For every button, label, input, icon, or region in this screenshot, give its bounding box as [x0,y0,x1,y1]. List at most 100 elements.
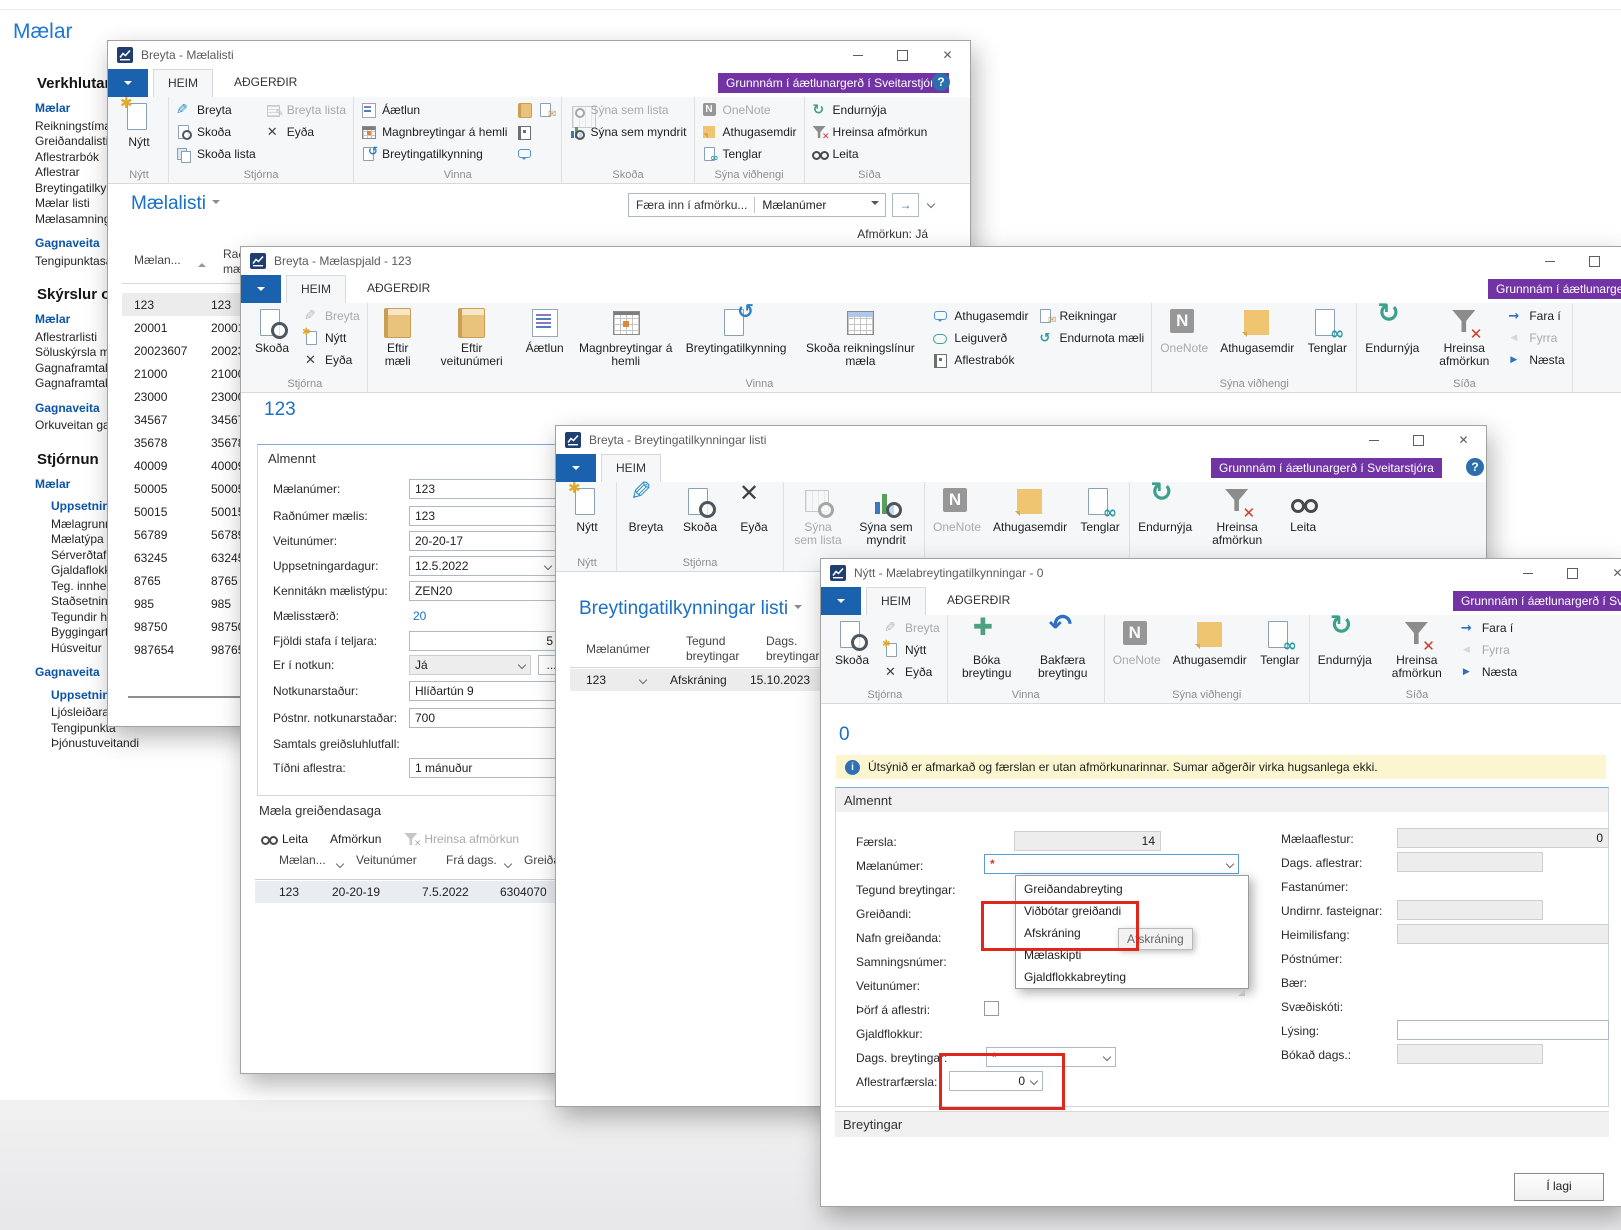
ribbon-skoda-lista-button[interactable]: Skoða lista [174,144,258,164]
ribbon-aflestrabok-button[interactable]: Aflestrabók [931,350,1030,370]
ribbon-athugasemdir-button[interactable]: Athugasemdir [990,484,1070,536]
titlebar[interactable]: Breyta - Mælaspjald - 123 ✕ [241,247,1621,275]
ribbon-endurnyja-button[interactable]: Endurnýja [1135,484,1195,536]
ribbon-endurnyja-button[interactable]: Endurnýja [1362,305,1422,357]
dropdown-item[interactable]: Greiðandabreyting [1016,878,1248,900]
titlebar[interactable]: Breyta - Mælalisti ✕ [108,41,970,69]
ribbon-leiguverd-button[interactable]: Leiguverð [931,328,1030,348]
chevron-down-icon[interactable] [518,661,526,669]
column-header[interactable]: Frá dags. [446,853,497,867]
ribbon-skoda-button[interactable]: Skoða [828,617,876,669]
ribbon-reikningar-button[interactable]: Reikningar [1036,306,1146,326]
close-button[interactable]: ✕ [1441,426,1486,454]
maximize-button[interactable] [1396,426,1441,454]
maelanumer-combo[interactable]: * [984,854,1239,874]
chevron-down-icon[interactable] [544,562,552,570]
tab-adgerdir[interactable]: AÐGERÐIR [933,587,1024,614]
ribbon-athugasemdir-button[interactable]: Athugasemdir [1170,617,1250,669]
close-button[interactable]: ✕ [1617,247,1621,275]
postnr-field[interactable]: 700 [409,708,557,728]
column-header[interactable]: Dags. [766,634,797,648]
apply-filter-button[interactable]: → [892,193,919,217]
tab-adgerdir[interactable]: AÐGERÐIR [220,69,311,96]
minimize-button[interactable] [1351,426,1396,454]
ribbon-fara-i-button[interactable]: Fara í [1459,618,1519,638]
fasttab-title[interactable]: Almennt [844,793,892,808]
minimize-button[interactable] [1505,559,1550,587]
column-header[interactable]: breytingar [766,649,819,663]
list-page-title[interactable]: Breytingatilkynningar listi [579,598,802,620]
column-header[interactable]: Mælan... [134,253,181,267]
minimize-button[interactable] [1527,247,1572,275]
ribbon-endurnyja-button[interactable]: Endurnýja [810,100,930,120]
ribbon-hreinsa-afmorkun-button[interactable]: Hreinsa afmörkun [1428,305,1500,370]
ribbon-tenglar-button[interactable]: Tenglar [700,144,799,164]
comment-icon[interactable] [517,146,533,162]
maelanumer-field[interactable]: 123 [409,479,557,499]
card-icon[interactable] [517,124,533,140]
fjoldi-stafa-field[interactable]: 5 [409,631,559,651]
ribbon-breyta-button[interactable]: Breyta [174,100,258,120]
chevron-down-icon[interactable] [1103,1053,1111,1061]
ribbon-breytingatilkynning-button[interactable]: Breytingatilkynning [359,144,509,164]
ribbon-skoda-button[interactable]: Skoða [248,305,296,357]
ribbon-tenglar-button[interactable]: Tenglar [1076,484,1124,536]
ribbon-fara-i-button[interactable]: Fara í [1506,306,1566,326]
filter-box[interactable]: Færa inn í afmörku... Mælanúmer [628,193,886,217]
ribbon-endurnyja-button[interactable]: Endurnýja [1315,617,1375,669]
ribbon-syna-sem-myndrit-button[interactable]: Sýna sem myndrit [853,484,919,549]
ribbon-athugasemdir-button[interactable]: Athugasemdir [931,306,1030,326]
ribbon-eyda-button[interactable]: Eyða [882,662,942,682]
ribbon-naesta-button[interactable]: Næsta [1459,662,1519,682]
filter-chevron-icon[interactable] [336,860,344,868]
ribbon-eyda-button[interactable]: Eyða [730,484,778,536]
chevron-down-icon[interactable] [1226,860,1234,868]
chevron-down-icon[interactable] [639,676,647,684]
notkunarstadur-field[interactable]: Hlíðartún 9 [409,681,557,701]
resize-grip[interactable]: ◢ [1217,987,1247,999]
ribbon-eyda-button[interactable]: Eyða [264,122,348,142]
ribbon-leita-button[interactable]: Leita [1279,484,1327,536]
close-button[interactable]: ✕ [1595,559,1621,587]
ribbon-nytt-button[interactable]: Nýtt [563,484,611,536]
er-i-notkun-field[interactable]: Já [409,655,531,675]
app-menu-button[interactable] [108,69,148,97]
app-menu-button[interactable] [241,275,281,303]
tab-heim[interactable]: HEIM [153,69,213,97]
close-button[interactable]: ✕ [925,41,970,69]
tab-adgerdir[interactable]: AÐGERÐIR [353,275,444,302]
thorf-a-aflestri-checkbox[interactable] [984,1001,999,1016]
ribbon-aaetlun-button[interactable]: Áætlun [521,305,569,357]
expand-header-icon[interactable] [927,200,935,208]
tidni-aflestra-field[interactable]: 1 mánuður [409,758,559,778]
tab-heim[interactable]: HEIM [286,275,346,303]
dropdown-item[interactable]: Gjaldflokkabreyting [1016,966,1248,988]
titlebar[interactable]: Breyta - Breytingatilkynningar listi ✕ [556,426,1486,454]
column-header[interactable]: Mælanúmer [586,642,650,656]
notebook-icon[interactable] [517,102,533,118]
part-afmorkun-button[interactable]: Afmörkun [328,829,383,849]
filter-chevron-icon[interactable] [504,860,512,868]
ribbon-athugasemdir-button[interactable]: Athugasemdir [1217,305,1297,357]
ribbon-hreinsa-afmorkun-button[interactable]: Hreinsa afmörkun [1381,617,1453,682]
ribbon-breyta-button[interactable]: Breyta [622,484,670,536]
ribbon-nytt-button[interactable]: Nýtt [115,99,163,151]
ribbon-hreinsa-afmorkun-button[interactable]: Hreinsa afmörkun [1201,484,1273,549]
tab-heim[interactable]: HEIM [866,587,926,615]
maximize-button[interactable] [880,41,925,69]
ribbon-magnbreytingar-button[interactable]: Magnbreytingar á hemli [575,305,677,370]
help-icon[interactable]: ? [1466,458,1484,476]
lysing-field[interactable] [1397,1020,1609,1040]
section-breytingar[interactable]: Breytingar [835,1111,1609,1137]
ribbon-aaetlun-button[interactable]: Áætlun [359,100,509,120]
column-header[interactable]: Tegund [686,634,725,648]
ribbon-eftir-maeli-button[interactable]: Eftir mæli [373,305,423,370]
maximize-button[interactable] [1572,247,1617,275]
veitunumer-field[interactable]: 20-20-17 [409,531,557,551]
mail-report-icon[interactable] [538,102,554,118]
maelisstaerd-value[interactable]: 20 [413,609,426,623]
ribbon-bakfaera-breytingu-button[interactable]: Bakfæra breytingu [1027,617,1099,682]
sort-asc-icon[interactable] [198,259,206,267]
ribbon-tenglar-button[interactable]: Tenglar [1256,617,1304,669]
part-row[interactable]: 123 20-20-19 7.5.2022 6304070 [255,881,575,903]
